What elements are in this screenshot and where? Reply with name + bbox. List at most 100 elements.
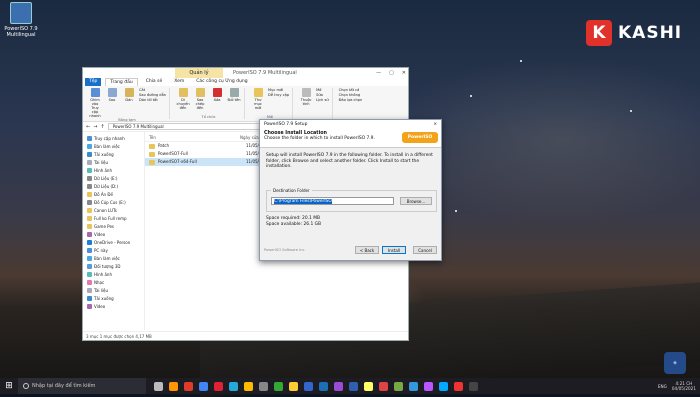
taskbar-app-icon[interactable] [184,381,193,391]
taskbar-app-icon[interactable] [259,381,268,391]
copy-path-button[interactable]: Sao đường dẫn [139,93,166,97]
taskbar-app-icon[interactable] [304,381,313,391]
paste-icon [124,88,134,97]
pin-button[interactable]: Ghim vào Truy cập nhanh [88,88,102,118]
taskbar-app-icon[interactable] [229,381,238,391]
manage-tab[interactable]: Quản lý [175,68,223,78]
tab-view[interactable]: Xem [170,78,188,86]
nav-item[interactable]: Video [83,302,144,310]
nav-item[interactable]: Tải xuống [83,150,144,158]
desktop-icon[interactable]: PowerISO 7.9 Multilingual [2,2,40,38]
nav-item[interactable]: Dữ Liệu (E:) [83,174,144,182]
up-arrow-icon[interactable]: ↑ [100,124,104,130]
new-folder-button[interactable]: Thư mục mới [251,88,265,115]
forward-arrow-icon[interactable]: → [93,124,97,130]
tab-app-tools[interactable]: Các công cụ Ứng dụng [192,78,251,86]
nav-item[interactable]: Canon LUTs [83,206,144,214]
taskbar-app-icon[interactable] [334,381,343,391]
windows-start-icon[interactable]: ⊞ [0,378,18,394]
nav-item[interactable]: Full ko Full remp [83,214,144,222]
taskbar-app-icon[interactable] [469,381,478,391]
taskbar-app-icon[interactable] [274,381,283,391]
nav-item-icon [87,271,92,277]
taskbar-app-icon[interactable] [454,381,463,391]
taskbar: ⊞ Nhập tại đây để tìm kiếm ENG 4:21 CH 0… [0,378,700,394]
nav-item[interactable]: Video [83,230,144,238]
paste-shortcut-button[interactable]: Dán lối tắt [139,98,166,102]
nav-item-icon [87,207,92,213]
install-button[interactable]: Install [382,246,406,254]
nav-item[interactable]: Game Pes [83,222,144,230]
taskbar-app-icon[interactable] [379,381,388,391]
nav-item[interactable]: Nhạc [83,278,144,286]
taskbar-search[interactable]: Nhập tại đây để tìm kiếm [18,378,146,394]
nav-item[interactable]: Tài liệu [83,286,144,294]
nav-item[interactable]: Bàn làm việc [83,254,144,262]
maximize-button[interactable]: ▢ [389,68,394,78]
dialog-close-icon[interactable]: × [433,120,441,129]
nav-item[interactable]: Tải xuống [83,294,144,302]
nav-item[interactable]: Tài liệu [83,158,144,166]
language-indicator[interactable]: ENG [658,384,667,389]
nav-item[interactable]: Đồ Án Đề [83,190,144,198]
tab-home[interactable]: Trang đầu [105,78,138,86]
taskbar-app-icon[interactable] [319,381,328,391]
cut-button[interactable]: Cắt [139,88,166,92]
clock[interactable]: 4:21 CH 04/05/2021 [672,381,696,391]
back-button[interactable]: < Back [355,246,379,254]
history-button[interactable]: Lịch sử [316,98,329,102]
close-button[interactable]: ✕ [402,68,406,78]
invert-selection-button[interactable]: Đảo lựa chọn [339,98,363,102]
copy-to-button[interactable]: Sao chép đến [193,88,207,115]
open-button[interactable]: Mở [316,88,329,92]
desktop-icon-label: PowerISO 7.9 Multilingual [4,26,38,38]
column-name[interactable]: Tên [145,134,240,141]
taskbar-app-icon[interactable] [244,381,253,391]
select-none-button[interactable]: Chọn không [339,93,363,97]
browse-button[interactable]: Browse... [400,197,432,205]
tab-file[interactable]: Tệp [85,78,102,86]
taskbar-app-icon[interactable] [364,381,373,391]
nav-item-icon [87,223,92,229]
nav-item[interactable]: Bàn làm việc [83,142,144,150]
space-available: Space available: 26.1 GB [266,221,322,227]
back-arrow-icon[interactable]: ← [86,124,90,130]
properties-button[interactable]: Thuộc tính [299,88,313,119]
pin-icon [90,88,100,97]
new-item-button[interactable]: Mục mới [268,88,289,92]
taskbar-app-icon[interactable] [349,381,358,391]
taskbar-app-icon[interactable] [214,381,223,391]
tab-share[interactable]: Chia sẻ [142,78,167,86]
nav-item[interactable]: Dữ Liệu (D:) [83,182,144,190]
taskbar-app-icon[interactable] [154,381,163,391]
nav-item[interactable]: OneDrive - Person [83,238,144,246]
taskbar-app-icon[interactable] [289,381,298,391]
paste-button[interactable]: Dán [122,88,136,118]
edit-button[interactable]: Sửa [316,93,329,97]
nav-item[interactable]: PC này [83,246,144,254]
nav-item-label: Tải xuống [94,151,114,157]
nav-item[interactable]: Đồ Cúp Cus (E:) [83,198,144,206]
minimize-button[interactable]: — [376,68,381,78]
taskbar-app-icon[interactable] [169,381,178,391]
taskbar-app-icon[interactable] [439,381,448,391]
taskbar-app-icon[interactable] [199,381,208,391]
destination-folder-input[interactable]: C:\Program Files\PowerISO [271,197,394,205]
nav-item[interactable]: Hình ảnh [83,270,144,278]
rename-button[interactable]: Đổi tên [227,88,241,115]
taskbar-app-icon[interactable] [394,381,403,391]
easy-access-button[interactable]: Dễ truy cập [268,93,289,97]
nav-item[interactable]: Đối tượng 3D [83,262,144,270]
nav-item[interactable]: Hình ảnh [83,166,144,174]
taskbar-app-icon[interactable] [409,381,418,391]
taskbar-app-icon[interactable] [424,381,433,391]
move-to-button[interactable]: Di chuyển đến [176,88,190,115]
select-all-button[interactable]: Chọn tất cả [339,88,363,92]
nav-item[interactable]: Truy cập nhanh [83,134,144,142]
nav-item-icon [87,151,92,157]
copy-button[interactable]: Sao [105,88,119,118]
cancel-button[interactable]: Cancel [413,246,437,254]
nav-item-icon [87,143,92,149]
organize-group-label: Tổ chức [201,115,216,119]
delete-button[interactable]: Xóa [210,88,224,115]
